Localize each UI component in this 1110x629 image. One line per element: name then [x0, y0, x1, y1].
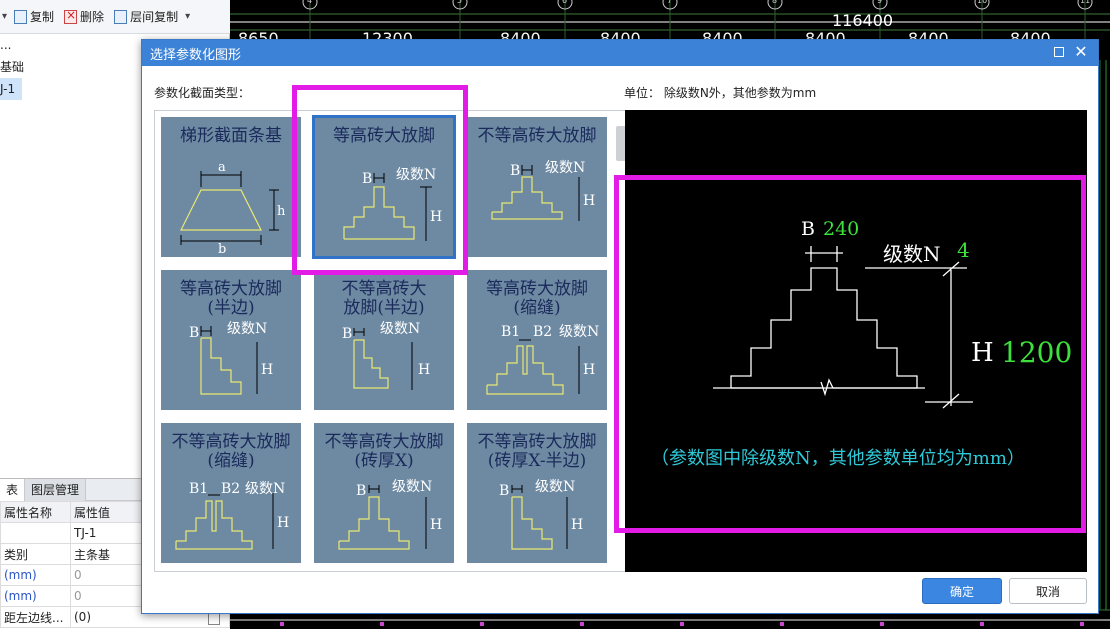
tile-unequal-brick-half[interactable]: B 级数N H 不等高砖大 放脚(半边) [314, 270, 454, 410]
property-name: 距左边线... [0, 606, 71, 628]
cad-total-dimension: 116400 [832, 11, 894, 30]
tile-title: 不等高砖大 放脚(半边) [341, 279, 427, 318]
shape-preview: B 240 级数N 4 H 1200 （参数图中除级数N，其他参数单位均为mm） [625, 110, 1087, 572]
label-n: 级数N [535, 479, 575, 495]
label-h: H [583, 362, 595, 378]
dialog-titlebar: 选择参数化图形 ✕ [142, 40, 1098, 66]
toolbar: ▾ 复制 删除 层间复制 ▾ [0, 0, 230, 34]
preview-h-label: H [971, 338, 994, 368]
cancel-button[interactable]: 取消 [1009, 578, 1087, 604]
tile-equal-brick-shrink-joint[interactable]: B1 B2 级数N H 等高砖大放脚 (缩缝) [467, 270, 607, 410]
preview-note: （参数图中除级数N，其他参数单位均为mm） [651, 448, 1025, 469]
column-header-name: 属性名称 [0, 501, 71, 523]
copy-icon [14, 9, 28, 24]
label-h: H [261, 362, 273, 378]
tile-equal-brick-footing[interactable]: B 级数N H 等高砖大放脚 [312, 115, 456, 259]
unit-label: 单位： 除级数N外，其他参数为mm [624, 86, 817, 100]
delete-button[interactable]: 删除 [61, 6, 107, 28]
chevron-down-icon[interactable]: ▾ [185, 11, 190, 22]
cad-axis-label: 6 [562, 0, 568, 5]
label-b: b [218, 242, 226, 257]
label-a: a [218, 160, 226, 175]
copy-label: 复制 [30, 10, 55, 24]
cad-axis-label: 5 [457, 0, 463, 5]
tile-title: 等高砖大放脚 [333, 126, 435, 146]
label-b: B [342, 326, 352, 342]
cad-axis-label: 9 [877, 0, 883, 5]
property-name: (mm) [0, 564, 71, 586]
cad-axis-label: 10 [977, 0, 988, 5]
label-n: 级数N [227, 321, 267, 337]
label-h: H [430, 209, 442, 225]
label-b2: B2 [221, 481, 240, 497]
close-icon[interactable]: ✕ [1072, 42, 1090, 61]
tile-title: 等高砖大放脚 (半边) [180, 279, 282, 318]
cad-axis-label: 4 [307, 0, 313, 5]
tile-unequal-brick-shrink-joint[interactable]: B1 B2 级数N H 不等高砖大放脚 (缩缝) [161, 423, 301, 563]
label-n: 级数N [245, 481, 285, 497]
label-b: B [356, 483, 366, 499]
label-b1: B1 [189, 481, 208, 497]
preview-h-value: 1200 [1001, 336, 1073, 369]
ok-button[interactable]: 确定 [922, 578, 1002, 604]
label-b2: B2 [533, 324, 552, 340]
tile-title: 不等高砖大放脚 (砖厚X-半边) [477, 432, 597, 471]
tile-title: 等高砖大放脚 (缩缝) [486, 279, 588, 318]
property-name: (mm) [0, 585, 71, 607]
label-n: 级数N [559, 324, 599, 340]
cad-axis-label: 8 [772, 0, 778, 5]
parametric-shape-dialog: 选择参数化图形 ✕ 参数化截面类型： 单位： 除级数N外，其他参数为mm a b… [141, 39, 1099, 614]
preview-n-label: 级数N [883, 242, 941, 266]
floor-copy-button[interactable]: 层间复制 [111, 6, 181, 28]
tile-title: 不等高砖大放脚 (砖厚X) [324, 432, 444, 471]
preview-b-value: 240 [823, 218, 860, 240]
tab-layer-manager[interactable]: 图层管理 [25, 479, 87, 501]
tile-unequal-brick-thickness[interactable]: B 级数N H 不等高砖大放脚 (砖厚X) [314, 423, 454, 563]
label-h: h [277, 204, 286, 219]
checkbox[interactable] [208, 612, 220, 625]
tile-equal-brick-half[interactable]: B 级数N H 等高砖大放脚 (半边) [161, 270, 301, 410]
property-name: 类别 [0, 543, 71, 565]
chevron-down-icon[interactable]: ▾ [2, 11, 7, 22]
tile-unequal-brick-footing[interactable]: B 级数N H 不等高砖大放脚 [467, 117, 607, 257]
label-h: H [430, 517, 442, 533]
label-b: B [189, 325, 199, 341]
maximize-icon[interactable] [1054, 47, 1064, 57]
cad-axis-label: 11 [1080, 0, 1091, 5]
tile-title: 梯形截面条基 [180, 126, 282, 146]
label-n: 级数N [380, 321, 420, 337]
label-n: 级数N [396, 167, 436, 183]
label-b1: B1 [501, 324, 520, 340]
label-b: B [499, 483, 509, 499]
label-h: H [583, 193, 595, 209]
tile-unequal-brick-thickness-half[interactable]: B 级数N H 不等高砖大放脚 (砖厚X-半边) [467, 423, 607, 563]
label-n: 级数N [545, 160, 585, 176]
cad-axis-label: 7 [667, 0, 673, 5]
section-type-gallery: a b h 梯形截面条基 B 级数N H 等高砖大放脚 B 级数N H 不等高砖… [154, 110, 626, 572]
floor-copy-label: 层间复制 [130, 10, 179, 24]
label-h: H [277, 515, 289, 531]
label-h: H [418, 362, 430, 378]
delete-label: 删除 [80, 10, 105, 24]
tile-trapezoid-strip[interactable]: a b h 梯形截面条基 [161, 117, 301, 257]
tree-item-j1[interactable]: J-1 [0, 78, 22, 100]
tile-title: 不等高砖大放脚 [477, 126, 597, 146]
property-value-text: (0) [74, 609, 91, 624]
property-name [0, 522, 71, 544]
tab-properties[interactable]: 表 [0, 479, 26, 501]
preview-b-label: B [801, 218, 815, 240]
label-n: 级数N [392, 479, 432, 495]
delete-icon [64, 8, 78, 24]
floor-copy-icon [114, 9, 128, 24]
section-type-label: 参数化截面类型： [154, 86, 251, 100]
dialog-title: 选择参数化图形 [150, 47, 242, 63]
preview-n-value: 4 [957, 238, 970, 262]
label-b: B [510, 163, 520, 179]
label-b: B [362, 171, 372, 187]
tile-title: 不等高砖大放脚 (缩缝) [171, 432, 291, 471]
copy-button[interactable]: 复制 [11, 6, 57, 28]
label-h: H [571, 517, 583, 533]
